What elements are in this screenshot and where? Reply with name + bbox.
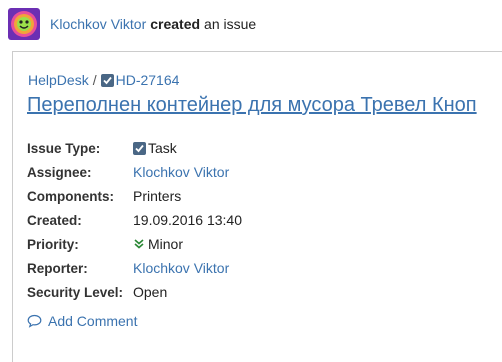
add-comment-button[interactable]: Add Comment (27, 313, 137, 329)
field-label: Reporter: (27, 260, 88, 276)
field-row-reporter: Reporter: Klochkov Viktor (27, 256, 242, 280)
field-label: Security Level: (27, 284, 124, 300)
project-link[interactable]: HelpDesk (28, 72, 89, 88)
components-value: Printers (133, 188, 182, 204)
issue-card: HelpDesk / HD-27164 Переполнен контейнер… (12, 51, 502, 362)
field-row-components: Components: Printers (27, 184, 242, 208)
field-row-priority: Priority: Minor (27, 232, 242, 256)
issue-title-link[interactable]: Переполнен контейнер для мусора Тревел К… (27, 94, 477, 117)
activity-verb: created (150, 16, 201, 32)
field-row-assignee: Assignee: Klochkov Viktor (27, 160, 242, 184)
actor-link[interactable]: Klochkov Viktor (50, 16, 146, 32)
task-checkbox-icon (133, 141, 146, 155)
minor-priority-chevrons-icon (133, 238, 145, 250)
field-row-security-level: Security Level: Open (27, 280, 242, 304)
field-label: Priority: (27, 236, 79, 252)
comment-bubble-icon (27, 314, 42, 328)
issue-type-value: Task (148, 140, 177, 156)
field-label: Issue Type: (27, 140, 101, 156)
field-label: Created: (27, 212, 82, 228)
security-level-value: Open (133, 284, 168, 300)
issue-key-link[interactable]: HD-27164 (116, 72, 180, 88)
priority-value: Minor (148, 236, 184, 252)
field-value-issue-type: Task (133, 140, 177, 156)
activity-header: Klochkov Viktor created an issue (8, 6, 502, 42)
breadcrumb-separator: / (92, 72, 97, 88)
field-row-created: Created: 19.09.2016 13:40 (27, 208, 242, 232)
activity-object: an issue (204, 16, 257, 32)
task-checkbox-icon (100, 73, 114, 87)
field-label: Assignee: (27, 164, 92, 180)
breadcrumb: HelpDesk / HD-27164 (28, 72, 179, 88)
field-value-priority: Minor (133, 236, 183, 252)
issue-fields: Issue Type: Task Assignee: Klochkov Vikt… (27, 136, 242, 304)
user-avatar[interactable] (8, 8, 40, 40)
assignee-link[interactable]: Klochkov Viktor (133, 164, 229, 180)
reporter-link[interactable]: Klochkov Viktor (133, 260, 229, 276)
created-value: 19.09.2016 13:40 (133, 212, 242, 228)
add-comment-label: Add Comment (48, 313, 138, 329)
field-label: Components: (27, 188, 114, 204)
field-row-issue-type: Issue Type: Task (27, 136, 242, 160)
